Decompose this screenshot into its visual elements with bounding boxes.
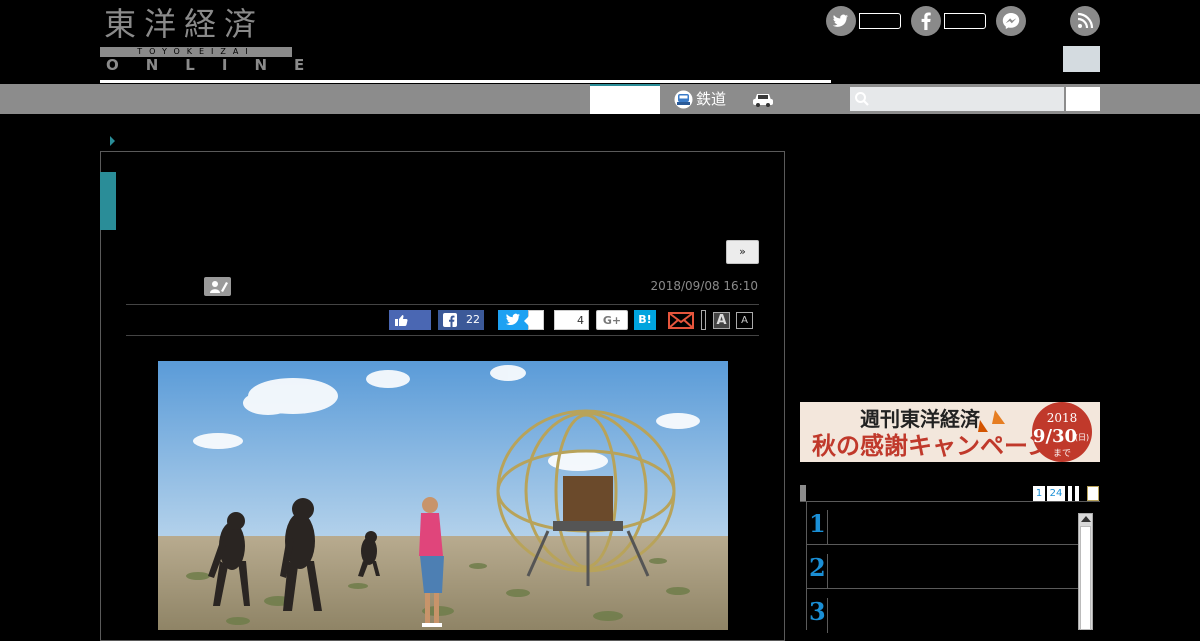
google-plus-button[interactable]: G+ (596, 310, 628, 330)
facebook-share-button[interactable]: 22 (438, 310, 484, 330)
nav-section-items: 鉄道 (660, 84, 831, 114)
banner-line2: 秋の感謝キャンペーン (812, 431, 1051, 460)
next-page-button[interactable]: » (726, 240, 759, 264)
facebook-share-count: 22 (466, 313, 480, 326)
font-size-large-label: A (716, 313, 727, 328)
ranking-tab-1h[interactable]: 1 (1033, 486, 1045, 501)
badge-year: 2018 (1047, 411, 1078, 425)
scroll-thumb[interactable] (1080, 526, 1091, 630)
author-icon[interactable] (204, 277, 231, 296)
ranking-item[interactable]: 1 (807, 502, 1079, 545)
nav-item-railway-label: 鉄道 (696, 90, 727, 108)
ranking-header-accent (800, 485, 806, 502)
share-separator (701, 310, 706, 330)
badge-day: (日) (1075, 433, 1089, 442)
hatena-bookmark-button[interactable]: B! (634, 310, 656, 330)
ranking-number: 3 (809, 597, 826, 626)
article-date: 2018/09/08 16:10 (650, 279, 758, 293)
campaign-banner[interactable]: 週刊東洋経済 秋の感謝キャンペーン 2018 9/30 (日) まで (800, 402, 1100, 462)
pocket-count: 4 (577, 314, 584, 327)
facebook-follow-icon[interactable] (911, 6, 941, 36)
mail-share-button[interactable] (668, 310, 694, 330)
pocket-button[interactable]: 4 (554, 310, 589, 330)
ranking-list: 1 2 3 (806, 502, 1094, 633)
scroll-up-icon[interactable] (1081, 516, 1091, 522)
hatena-bookmark-label: B! (638, 313, 652, 326)
breadcrumb-arrow-icon (110, 136, 115, 146)
article-title-accent (100, 172, 116, 230)
search-input[interactable] (850, 87, 1064, 111)
car-icon (753, 94, 773, 107)
nav-top-line (100, 80, 831, 83)
messenger-icon[interactable] (996, 6, 1026, 36)
nav-item-railway[interactable]: 鉄道 (674, 89, 726, 109)
facebook-icon (443, 313, 457, 327)
ranking-number: 1 (809, 509, 826, 538)
train-icon (674, 90, 693, 108)
logo-online: ONLINE (106, 56, 332, 74)
share-divider-bottom (126, 335, 759, 336)
twitter-follow-count (859, 13, 901, 29)
ranking-header: 1 24 (800, 485, 1100, 502)
google-plus-label: G+ (602, 314, 622, 327)
nav-item-car[interactable] (752, 90, 774, 112)
ranking-tab-week[interactable] (1068, 486, 1072, 501)
ranking-separator (827, 510, 828, 545)
nav-item-active[interactable] (590, 84, 660, 114)
badge-date: 9/30 (1033, 426, 1077, 447)
tweet-count (524, 310, 544, 330)
badge-until: まで (1053, 448, 1071, 459)
ranking-scrollbar[interactable] (1078, 513, 1093, 630)
font-size-small-label: A (741, 315, 748, 326)
twitter-follow-icon[interactable] (826, 6, 856, 36)
article-hero-image (158, 361, 728, 630)
mail-icon (668, 312, 694, 329)
ranking-tab-24h[interactable]: 24 (1047, 486, 1065, 501)
ranking-item[interactable]: 3 (807, 590, 1079, 633)
twitter-icon (505, 313, 520, 326)
search-icon (855, 92, 869, 106)
logo-kanji: 東洋経済 (104, 5, 265, 43)
facebook-like-button[interactable] (389, 310, 431, 330)
ranking-item[interactable]: 2 (807, 546, 1079, 589)
ranking-number: 2 (809, 553, 826, 582)
font-size-small-button[interactable]: A (736, 312, 753, 329)
search-button[interactable] (1066, 87, 1100, 111)
share-divider-top (126, 304, 759, 305)
ranking-tab-month[interactable] (1075, 486, 1079, 501)
ranking-separator (827, 554, 828, 589)
facebook-follow-count (944, 13, 986, 29)
banner-line1: 週刊東洋経済 (860, 407, 981, 431)
rss-icon[interactable] (1070, 6, 1100, 36)
font-size-large-button[interactable]: A (713, 312, 730, 329)
ranking-separator (827, 598, 828, 633)
site-logo[interactable]: 東洋経済 TOYOKEIZAI ONLINE (100, 5, 304, 74)
ranking-tab-other[interactable] (1087, 486, 1099, 501)
header-widget-box[interactable] (1063, 46, 1100, 72)
thumbs-up-icon (395, 315, 408, 326)
